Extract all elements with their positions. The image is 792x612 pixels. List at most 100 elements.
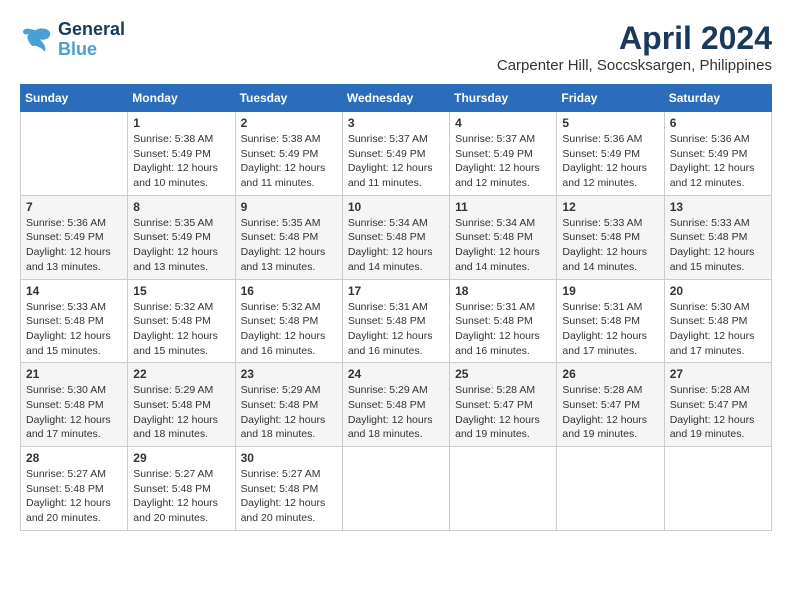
day-number: 19 [562, 284, 658, 298]
day-number: 1 [133, 116, 229, 130]
day-cell: 7Sunrise: 5:36 AMSunset: 5:49 PMDaylight… [21, 195, 128, 279]
day-info: Sunrise: 5:28 AMSunset: 5:47 PMDaylight:… [562, 383, 658, 442]
day-number: 14 [26, 284, 122, 298]
day-number: 27 [670, 367, 766, 381]
day-number: 20 [670, 284, 766, 298]
day-number: 30 [241, 451, 337, 465]
day-number: 12 [562, 200, 658, 214]
day-info: Sunrise: 5:31 AMSunset: 5:48 PMDaylight:… [562, 300, 658, 359]
day-cell: 12 Sunrise: 5:33 AMSunset: 5:48 PMDayligh… [557, 195, 664, 279]
weekday-header-wednesday: Wednesday [342, 85, 449, 112]
week-row-1: 1 Sunrise: 5:38 AMSunset: 5:49 PMDaylight… [21, 112, 772, 196]
day-info: Sunrise: 5:33 AMSunset: 5:48 PMDaylight:… [562, 216, 658, 275]
day-cell: 1 Sunrise: 5:38 AMSunset: 5:49 PMDaylight… [128, 112, 235, 196]
day-cell [342, 447, 449, 531]
day-cell: 24Sunrise: 5:29 AMSunset: 5:48 PMDayligh… [342, 363, 449, 447]
day-info: Sunrise: 5:34 AMSunset: 5:48 PMDaylight:… [348, 216, 444, 275]
day-number: 5 [562, 116, 658, 130]
day-cell: 14 Sunrise: 5:33 AMSunset: 5:48 PMDayligh… [21, 279, 128, 363]
day-cell: 3Sunrise: 5:37 AMSunset: 5:49 PMDaylight… [342, 112, 449, 196]
day-number: 22 [133, 367, 229, 381]
day-info: Sunrise: 5:32 AMSunset: 5:48 PMDaylight:… [133, 300, 229, 359]
day-info: Sunrise: 5:33 AMSunset: 5:48 PMDaylight:… [670, 216, 766, 275]
day-info: Sunrise: 5:29 AMSunset: 5:48 PMDaylight:… [241, 383, 337, 442]
day-number: 23 [241, 367, 337, 381]
day-info: Sunrise: 5:36 AMSunset: 5:49 PMDaylight:… [26, 216, 122, 275]
day-info: Sunrise: 5:37 AMSunset: 5:49 PMDaylight:… [348, 132, 444, 191]
day-cell: 19 Sunrise: 5:31 AMSunset: 5:48 PMDayligh… [557, 279, 664, 363]
day-cell: 16 Sunrise: 5:32 AMSunset: 5:48 PMDayligh… [235, 279, 342, 363]
day-cell: 23 Sunrise: 5:29 AMSunset: 5:48 PMDayligh… [235, 363, 342, 447]
day-info: Sunrise: 5:36 AMSunset: 5:49 PMDaylight:… [562, 132, 658, 191]
day-number: 11 [455, 200, 551, 214]
day-info: Sunrise: 5:28 AMSunset: 5:47 PMDaylight:… [455, 383, 551, 442]
day-cell: 11 Sunrise: 5:34 AMSunset: 5:48 PMDayligh… [450, 195, 557, 279]
day-info: Sunrise: 5:35 AMSunset: 5:49 PMDaylight:… [133, 216, 229, 275]
day-cell [21, 112, 128, 196]
day-cell: 20 Sunrise: 5:30 AMSunset: 5:48 PMDayligh… [664, 279, 771, 363]
day-number: 13 [670, 200, 766, 214]
day-number: 6 [670, 116, 766, 130]
day-number: 10 [348, 200, 444, 214]
weekday-header-tuesday: Tuesday [235, 85, 342, 112]
day-info: Sunrise: 5:33 AMSunset: 5:48 PMDaylight:… [26, 300, 122, 359]
weekday-header-saturday: Saturday [664, 85, 771, 112]
day-cell [557, 447, 664, 531]
day-info: Sunrise: 5:35 AMSunset: 5:48 PMDaylight:… [241, 216, 337, 275]
logo: General Blue [20, 20, 125, 60]
day-cell: 26 Sunrise: 5:28 AMSunset: 5:47 PMDayligh… [557, 363, 664, 447]
calendar-table: SundayMondayTuesdayWednesdayThursdayFrid… [20, 84, 772, 531]
day-cell: 25 Sunrise: 5:28 AMSunset: 5:47 PMDayligh… [450, 363, 557, 447]
location-subtitle: Carpenter Hill, Soccsksargen, Philippine… [497, 57, 772, 74]
day-info: Sunrise: 5:30 AMSunset: 5:48 PMDaylight:… [26, 383, 122, 442]
day-cell: 5 Sunrise: 5:36 AMSunset: 5:49 PMDaylight… [557, 112, 664, 196]
day-cell [450, 447, 557, 531]
weekday-header-friday: Friday [557, 85, 664, 112]
day-cell: 27 Sunrise: 5:28 AMSunset: 5:47 PMDayligh… [664, 363, 771, 447]
month-title: April 2024 [497, 20, 772, 57]
day-number: 29 [133, 451, 229, 465]
day-cell: 2 Sunrise: 5:38 AMSunset: 5:49 PMDaylight… [235, 112, 342, 196]
day-cell: 17Sunrise: 5:31 AMSunset: 5:48 PMDayligh… [342, 279, 449, 363]
day-info: Sunrise: 5:31 AMSunset: 5:48 PMDaylight:… [348, 300, 444, 359]
day-cell: 15 Sunrise: 5:32 AMSunset: 5:48 PMDayligh… [128, 279, 235, 363]
day-cell: 28 Sunrise: 5:27 AMSunset: 5:48 PMDayligh… [21, 447, 128, 531]
day-number: 21 [26, 367, 122, 381]
day-info: Sunrise: 5:27 AMSunset: 5:48 PMDaylight:… [133, 467, 229, 526]
day-cell: 29 Sunrise: 5:27 AMSunset: 5:48 PMDayligh… [128, 447, 235, 531]
day-cell: 13 Sunrise: 5:33 AMSunset: 5:48 PMDayligh… [664, 195, 771, 279]
day-cell: 18Sunrise: 5:31 AMSunset: 5:48 PMDayligh… [450, 279, 557, 363]
day-info: Sunrise: 5:34 AMSunset: 5:48 PMDaylight:… [455, 216, 551, 275]
day-number: 26 [562, 367, 658, 381]
header: General Blue April 2024 Carpenter Hill, … [20, 20, 772, 74]
day-number: 25 [455, 367, 551, 381]
day-cell: 22 Sunrise: 5:29 AMSunset: 5:48 PMDayligh… [128, 363, 235, 447]
day-info: Sunrise: 5:31 AMSunset: 5:48 PMDaylight:… [455, 300, 551, 359]
day-number: 28 [26, 451, 122, 465]
day-cell [664, 447, 771, 531]
day-number: 15 [133, 284, 229, 298]
day-number: 16 [241, 284, 337, 298]
day-info: Sunrise: 5:32 AMSunset: 5:48 PMDaylight:… [241, 300, 337, 359]
day-info: Sunrise: 5:38 AMSunset: 5:49 PMDaylight:… [133, 132, 229, 191]
logo-text: General Blue [58, 20, 125, 60]
day-info: Sunrise: 5:38 AMSunset: 5:49 PMDaylight:… [241, 132, 337, 191]
day-info: Sunrise: 5:30 AMSunset: 5:48 PMDaylight:… [670, 300, 766, 359]
day-info: Sunrise: 5:29 AMSunset: 5:48 PMDaylight:… [133, 383, 229, 442]
day-info: Sunrise: 5:27 AMSunset: 5:48 PMDaylight:… [26, 467, 122, 526]
title-section: April 2024 Carpenter Hill, Soccsksargen,… [497, 20, 772, 74]
day-info: Sunrise: 5:36 AMSunset: 5:49 PMDaylight:… [670, 132, 766, 191]
day-cell: 9 Sunrise: 5:35 AMSunset: 5:48 PMDaylight… [235, 195, 342, 279]
week-row-5: 28 Sunrise: 5:27 AMSunset: 5:48 PMDayligh… [21, 447, 772, 531]
day-number: 8 [133, 200, 229, 214]
day-number: 4 [455, 116, 551, 130]
day-number: 9 [241, 200, 337, 214]
weekday-header-sunday: Sunday [21, 85, 128, 112]
day-info: Sunrise: 5:27 AMSunset: 5:48 PMDaylight:… [241, 467, 337, 526]
weekday-header-thursday: Thursday [450, 85, 557, 112]
day-number: 2 [241, 116, 337, 130]
day-cell: 30 Sunrise: 5:27 AMSunset: 5:48 PMDayligh… [235, 447, 342, 531]
day-info: Sunrise: 5:37 AMSunset: 5:49 PMDaylight:… [455, 132, 551, 191]
day-cell: 6 Sunrise: 5:36 AMSunset: 5:49 PMDaylight… [664, 112, 771, 196]
day-info: Sunrise: 5:28 AMSunset: 5:47 PMDaylight:… [670, 383, 766, 442]
